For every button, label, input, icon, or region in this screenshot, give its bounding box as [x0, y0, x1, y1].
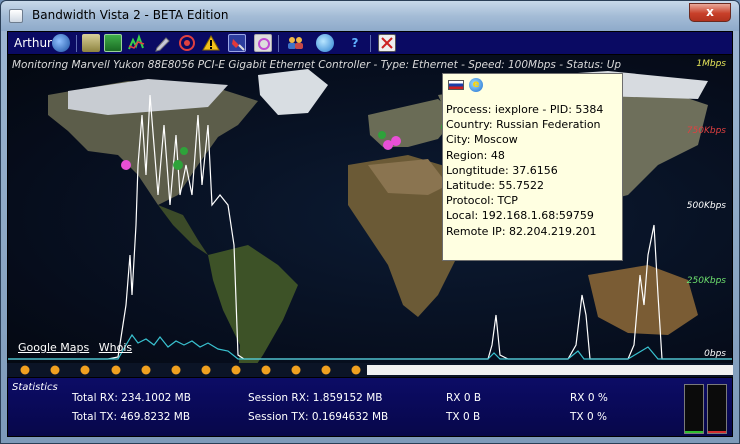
app-icon: [9, 9, 23, 23]
tx-bytes: TX 0 B: [446, 411, 481, 423]
web-globe-icon[interactable]: [316, 34, 334, 52]
timeline-dot: [111, 365, 121, 375]
chip-icon[interactable]: [104, 34, 122, 52]
tooltip-region: Region: 48: [446, 148, 505, 162]
timeline-dots: [7, 363, 733, 377]
timeline-dot: [201, 365, 211, 375]
tooltip-latitude: Latitude: 55.7522: [446, 178, 544, 192]
tooltip-city: City: Moscow: [446, 133, 518, 147]
rx-meter: [684, 384, 704, 434]
app-window: Bandwidth Vista 2 - BETA Edition x Arthu…: [0, 0, 740, 444]
warning-icon[interactable]: [202, 34, 220, 52]
timeline-dot: [20, 365, 30, 375]
timeline-dot: [261, 365, 271, 375]
scale-label-250: 250Kbps: [686, 276, 726, 286]
tooltip-rows: Process: iexplore - PID: 5384 Country: R…: [446, 102, 603, 239]
tooltip-local: Local: 192.168.1.68:59759: [446, 209, 594, 223]
toolbar-separator: [370, 35, 371, 52]
network-cards-icon[interactable]: [82, 34, 100, 52]
timeline-dot: [231, 365, 241, 375]
users-icon[interactable]: [286, 34, 304, 52]
tx-meter-fill: [708, 431, 726, 433]
scale-label-zero: 0bps: [704, 349, 726, 359]
rx-percent: RX 0 %: [570, 392, 608, 404]
tooltip-remote-ip: Remote IP: 82.204.219.201: [446, 224, 597, 238]
status-text: Monitoring Marvell Yukon 88E8056 PCI-E G…: [12, 59, 622, 71]
whois-link[interactable]: Whois: [99, 341, 132, 354]
target-icon[interactable]: [178, 34, 196, 52]
window-title: Bandwidth Vista 2 - BETA Edition: [32, 8, 229, 22]
close-button[interactable]: x: [689, 3, 731, 22]
tooltip-protocol: Protocol: TCP: [446, 194, 518, 208]
total-tx: Total TX: 469.8232 MB: [72, 411, 191, 423]
tooltip-longitude: Longtitude: 37.6156: [446, 163, 558, 177]
exit-icon[interactable]: [378, 34, 396, 52]
tooltip-country: Country: Russian Federation: [446, 118, 601, 132]
timeline-dot: [50, 365, 60, 375]
toolbar-separator: [278, 35, 279, 52]
statistics-title: Statistics: [12, 382, 58, 393]
user-name: Arthur: [14, 36, 52, 50]
timeline-dot: [321, 365, 331, 375]
pencil-icon[interactable]: [154, 34, 172, 52]
timeline-bar: [367, 365, 733, 375]
help-icon[interactable]: ?: [346, 34, 364, 52]
pin-icon[interactable]: [228, 34, 246, 52]
timeline-dot: [171, 365, 181, 375]
russia-flag-icon: [448, 80, 464, 90]
toolbar-separator: [76, 35, 77, 52]
world-map[interactable]: Monitoring Marvell Yukon 88E8056 PCI-E G…: [7, 55, 733, 377]
toolbar: Arthur ?: [7, 31, 733, 55]
monitor-icon[interactable]: [254, 34, 272, 52]
rx-meter-fill: [685, 431, 703, 433]
scale-label-max: 1Mbps: [696, 59, 726, 69]
tooltip-process: Process: iexplore - PID: 5384: [446, 103, 604, 116]
statistics-panel: Statistics Total RX: 234.1002 MB Total T…: [7, 377, 733, 437]
timeline-dot: [351, 365, 361, 375]
scale-label-750: 750Kbps: [686, 126, 726, 136]
graph-icon[interactable]: [128, 33, 146, 52]
timeline-dot: [80, 365, 90, 375]
google-maps-link[interactable]: Google Maps: [18, 341, 89, 354]
session-rx: Session RX: 1.859152 MB: [248, 392, 383, 404]
timeline-dot: [141, 365, 151, 375]
timeline-dot: [291, 365, 301, 375]
rx-bytes: RX 0 B: [446, 392, 482, 404]
map-links: Google Maps Whois: [18, 341, 138, 354]
globe-icon[interactable]: [52, 34, 70, 52]
connection-tooltip: e Process: iexplore - PID: 5384 Country:…: [442, 73, 623, 261]
session-tx: Session TX: 0.1694632 MB: [248, 411, 389, 423]
tx-meter: [707, 384, 727, 434]
total-rx: Total RX: 234.1002 MB: [72, 392, 191, 404]
title-bar[interactable]: Bandwidth Vista 2 - BETA Edition x: [1, 1, 739, 31]
world-map-image: [8, 69, 732, 377]
scale-label-500: 500Kbps: [686, 201, 726, 211]
internet-explorer-icon: e: [469, 78, 483, 92]
tx-percent: TX 0 %: [570, 411, 607, 423]
